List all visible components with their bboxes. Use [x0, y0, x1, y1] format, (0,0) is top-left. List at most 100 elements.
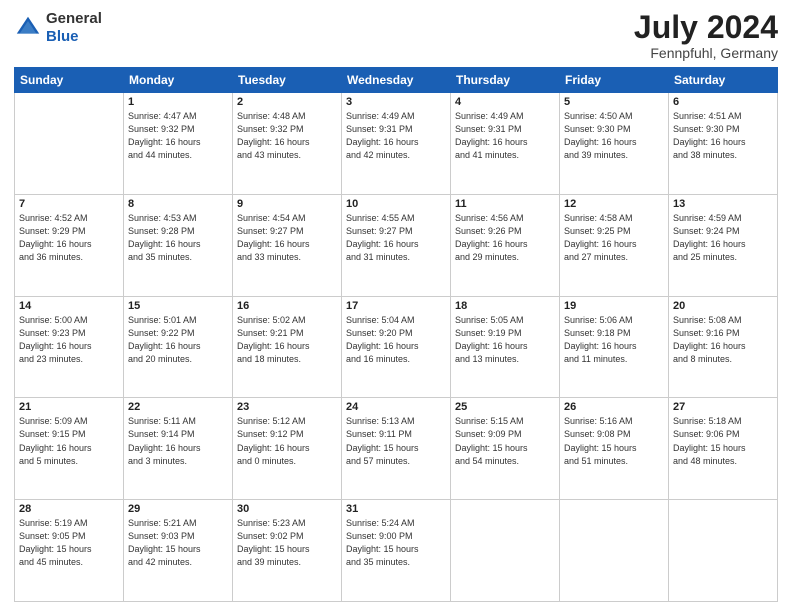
day-number: 1: [128, 96, 228, 108]
day-number: 13: [673, 198, 773, 210]
calendar-cell: 4 Sunrise: 4:49 AMSunset: 9:31 PMDaylight…: [451, 93, 560, 195]
day-info: Sunrise: 5:15 AMSunset: 9:09 PMDaylight:…: [455, 415, 555, 467]
month-year: July 2024: [634, 10, 778, 45]
day-info: Sunrise: 4:58 AMSunset: 9:25 PMDaylight:…: [564, 212, 664, 264]
calendar-cell: 15Sunrise: 5:01 AMSunset: 9:22 PMDayligh…: [124, 296, 233, 398]
day-number: 18: [455, 300, 555, 312]
day-number: 25: [455, 401, 555, 413]
calendar-cell: 27 Sunrise: 5:18 AMSunset: 9:06 PMDayligh…: [669, 398, 778, 500]
day-info: Sunrise: 4:54 AMSunset: 9:27 PMDaylight:…: [237, 212, 337, 264]
week-row: 28 Sunrise: 5:19 AMSunset: 9:05 PMDayligh…: [15, 500, 778, 602]
calendar-header-row: SundayMondayTuesdayWednesdayThursdayFrid…: [15, 68, 778, 93]
day-info: Sunrise: 4:47 AMSunset: 9:32 PMDaylight:…: [128, 110, 228, 162]
calendar-cell: 1 Sunrise: 4:47 AMSunset: 9:32 PMDaylight…: [124, 93, 233, 195]
day-info: Sunrise: 5:18 AMSunset: 9:06 PMDaylight:…: [673, 415, 773, 467]
week-row: 7Sunrise: 4:52 AMSunset: 9:29 PMDaylight…: [15, 194, 778, 296]
calendar-cell: 21 Sunrise: 5:09 AMSunset: 9:15 PMDayligh…: [15, 398, 124, 500]
day-of-week-header: Monday: [124, 68, 233, 93]
calendar-cell: 18 Sunrise: 5:05 AMSunset: 9:19 PMDayligh…: [451, 296, 560, 398]
day-info: Sunrise: 5:00 AMSunset: 9:23 PMDaylight:…: [19, 314, 119, 366]
day-number: 28: [19, 503, 119, 515]
calendar-cell: 11 Sunrise: 4:56 AMSunset: 9:26 PMDayligh…: [451, 194, 560, 296]
header: General Blue July 2024 Fennpfuhl, German…: [14, 10, 778, 61]
day-number: 29: [128, 503, 228, 515]
calendar-cell: 16Sunrise: 5:02 AMSunset: 9:21 PMDayligh…: [233, 296, 342, 398]
day-info: Sunrise: 4:50 AMSunset: 9:30 PMDaylight:…: [564, 110, 664, 162]
logo-text: General Blue: [46, 10, 102, 46]
day-number: 8: [128, 198, 228, 210]
day-info: Sunrise: 5:21 AMSunset: 9:03 PMDaylight:…: [128, 517, 228, 569]
calendar-table: SundayMondayTuesdayWednesdayThursdayFrid…: [14, 67, 778, 602]
calendar-cell: [560, 500, 669, 602]
calendar-cell: 13 Sunrise: 4:59 AMSunset: 9:24 PMDayligh…: [669, 194, 778, 296]
day-info: Sunrise: 4:56 AMSunset: 9:26 PMDaylight:…: [455, 212, 555, 264]
day-info: Sunrise: 5:11 AMSunset: 9:14 PMDaylight:…: [128, 415, 228, 467]
calendar-cell: 28 Sunrise: 5:19 AMSunset: 9:05 PMDayligh…: [15, 500, 124, 602]
logo-general: General: [46, 10, 102, 27]
day-info: Sunrise: 5:06 AMSunset: 9:18 PMDaylight:…: [564, 314, 664, 366]
day-info: Sunrise: 5:19 AMSunset: 9:05 PMDaylight:…: [19, 517, 119, 569]
day-of-week-header: Thursday: [451, 68, 560, 93]
calendar-cell: 17Sunrise: 5:04 AMSunset: 9:20 PMDayligh…: [342, 296, 451, 398]
day-number: 20: [673, 300, 773, 312]
day-number: 5: [564, 96, 664, 108]
day-info: Sunrise: 4:53 AMSunset: 9:28 PMDaylight:…: [128, 212, 228, 264]
day-info: Sunrise: 5:12 AMSunset: 9:12 PMDaylight:…: [237, 415, 337, 467]
calendar-cell: 19 Sunrise: 5:06 AMSunset: 9:18 PMDayligh…: [560, 296, 669, 398]
day-number: 26: [564, 401, 664, 413]
calendar-cell: 20 Sunrise: 5:08 AMSunset: 9:16 PMDayligh…: [669, 296, 778, 398]
day-number: 23: [237, 401, 337, 413]
day-info: Sunrise: 5:16 AMSunset: 9:08 PMDaylight:…: [564, 415, 664, 467]
day-info: Sunrise: 5:05 AMSunset: 9:19 PMDaylight:…: [455, 314, 555, 366]
day-number: 24: [346, 401, 446, 413]
day-number: 7: [19, 198, 119, 210]
day-number: 27: [673, 401, 773, 413]
calendar-cell: 3Sunrise: 4:49 AMSunset: 9:31 PMDaylight…: [342, 93, 451, 195]
calendar-cell: 24 Sunrise: 5:13 AMSunset: 9:11 PMDayligh…: [342, 398, 451, 500]
calendar-cell: 14 Sunrise: 5:00 AMSunset: 9:23 PMDayligh…: [15, 296, 124, 398]
calendar-cell: 10Sunrise: 4:55 AMSunset: 9:27 PMDayligh…: [342, 194, 451, 296]
day-info: Sunrise: 5:23 AMSunset: 9:02 PMDaylight:…: [237, 517, 337, 569]
day-of-week-header: Sunday: [15, 68, 124, 93]
calendar-cell: 2 Sunrise: 4:48 AMSunset: 9:32 PMDaylight…: [233, 93, 342, 195]
day-number: 21: [19, 401, 119, 413]
day-number: 3: [346, 96, 446, 108]
calendar-cell: 8 Sunrise: 4:53 AMSunset: 9:28 PMDaylight…: [124, 194, 233, 296]
calendar-cell: 6Sunrise: 4:51 AMSunset: 9:30 PMDaylight…: [669, 93, 778, 195]
day-info: Sunrise: 4:59 AMSunset: 9:24 PMDaylight:…: [673, 212, 773, 264]
day-info: Sunrise: 5:09 AMSunset: 9:15 PMDaylight:…: [19, 415, 119, 467]
day-number: 30: [237, 503, 337, 515]
logo-icon: [14, 14, 42, 42]
day-of-week-header: Saturday: [669, 68, 778, 93]
day-number: 31: [346, 503, 446, 515]
location: Fennpfuhl, Germany: [634, 45, 778, 61]
day-info: Sunrise: 4:48 AMSunset: 9:32 PMDaylight:…: [237, 110, 337, 162]
calendar-cell: 30 Sunrise: 5:23 AMSunset: 9:02 PMDayligh…: [233, 500, 342, 602]
calendar-cell: 7Sunrise: 4:52 AMSunset: 9:29 PMDaylight…: [15, 194, 124, 296]
day-number: 2: [237, 96, 337, 108]
day-info: Sunrise: 5:04 AMSunset: 9:20 PMDaylight:…: [346, 314, 446, 366]
day-info: Sunrise: 4:49 AMSunset: 9:31 PMDaylight:…: [455, 110, 555, 162]
calendar-cell: [669, 500, 778, 602]
day-info: Sunrise: 4:55 AMSunset: 9:27 PMDaylight:…: [346, 212, 446, 264]
day-of-week-header: Friday: [560, 68, 669, 93]
calendar-cell: 25 Sunrise: 5:15 AMSunset: 9:09 PMDayligh…: [451, 398, 560, 500]
day-info: Sunrise: 5:08 AMSunset: 9:16 PMDaylight:…: [673, 314, 773, 366]
day-number: 9: [237, 198, 337, 210]
day-number: 22: [128, 401, 228, 413]
day-info: Sunrise: 5:01 AMSunset: 9:22 PMDaylight:…: [128, 314, 228, 366]
day-number: 19: [564, 300, 664, 312]
day-number: 4: [455, 96, 555, 108]
day-of-week-header: Wednesday: [342, 68, 451, 93]
week-row: 1 Sunrise: 4:47 AMSunset: 9:32 PMDaylight…: [15, 93, 778, 195]
calendar-cell: 5 Sunrise: 4:50 AMSunset: 9:30 PMDaylight…: [560, 93, 669, 195]
calendar-cell: 22 Sunrise: 5:11 AMSunset: 9:14 PMDayligh…: [124, 398, 233, 500]
day-info: Sunrise: 5:13 AMSunset: 9:11 PMDaylight:…: [346, 415, 446, 467]
day-number: 14: [19, 300, 119, 312]
day-info: Sunrise: 4:51 AMSunset: 9:30 PMDaylight:…: [673, 110, 773, 162]
day-number: 11: [455, 198, 555, 210]
page: General Blue July 2024 Fennpfuhl, German…: [0, 0, 792, 612]
week-row: 14 Sunrise: 5:00 AMSunset: 9:23 PMDayligh…: [15, 296, 778, 398]
day-info: Sunrise: 5:24 AMSunset: 9:00 PMDaylight:…: [346, 517, 446, 569]
calendar-cell: [451, 500, 560, 602]
